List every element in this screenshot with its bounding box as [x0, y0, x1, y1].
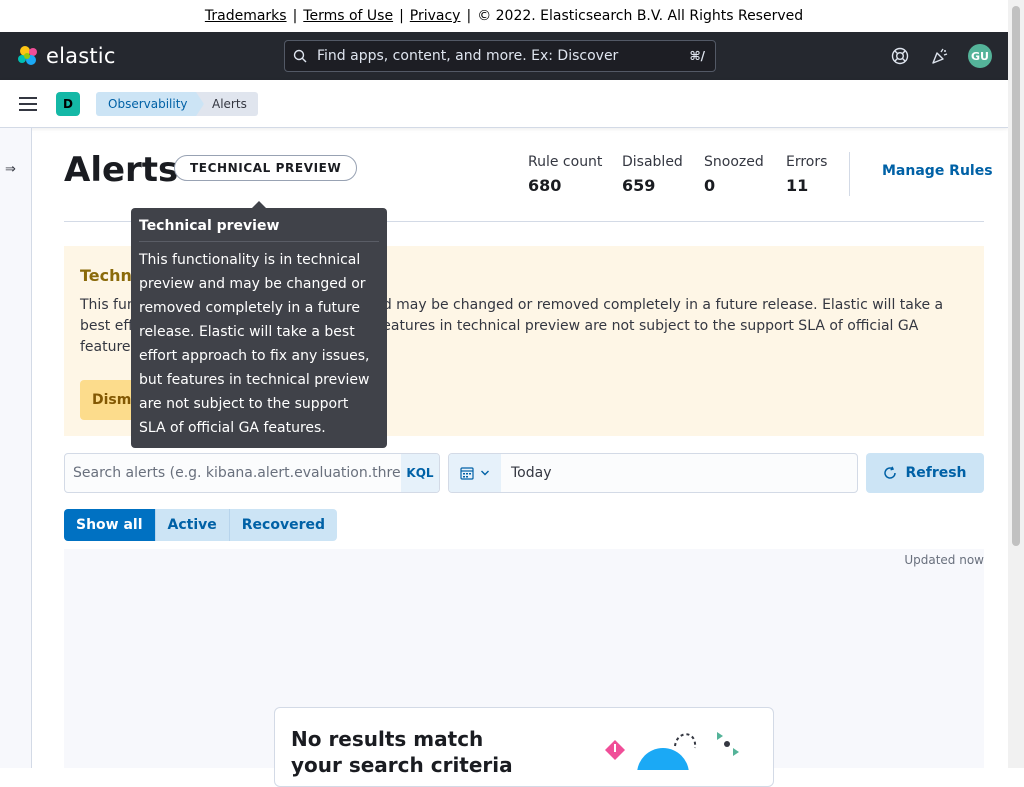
user-avatar[interactable]: GU [968, 44, 992, 68]
breadcrumb-observability[interactable]: Observability [96, 92, 204, 116]
terms-link[interactable]: Terms of Use [303, 8, 393, 24]
separator: | [399, 8, 404, 24]
search-alerts-placeholder: Search alerts (e.g. kibana.alert.evaluat… [73, 465, 401, 481]
stat-value: 11 [786, 176, 809, 195]
search-shortcut: ⌘/ [689, 49, 705, 63]
separator: | [292, 8, 298, 24]
trademarks-link[interactable]: Trademarks [205, 8, 287, 24]
legal-bar: Trademarks | Terms of Use | Privacy | © … [0, 0, 1008, 32]
stat-value: 0 [704, 176, 716, 195]
search-placeholder: Find apps, content, and more. Ex: Discov… [317, 48, 619, 64]
stat-value: 659 [622, 176, 656, 195]
page-scrollbar[interactable] [1008, 0, 1024, 768]
scrollbar-thumb[interactable] [1012, 6, 1020, 546]
stat-label: Disabled [622, 154, 683, 170]
expand-nav-icon[interactable]: ⇒ [5, 162, 16, 177]
empty-state-illustration [605, 732, 739, 770]
stat-snoozed: Snoozed 0 [704, 154, 764, 195]
status-filter-group: Show all Active Recovered [64, 509, 338, 541]
empty-state-title: No results match your search criteria [291, 727, 513, 777]
date-picker[interactable]: Today [448, 453, 858, 493]
breadcrumb-alerts: Alerts [196, 92, 258, 116]
copyright-text: © 2022. Elasticsearch B.V. All Rights Re… [477, 8, 804, 24]
technical-preview-badge[interactable]: TECHNICAL PREVIEW [174, 155, 358, 181]
manage-rules-link[interactable]: Manage Rules [882, 163, 993, 179]
filter-active[interactable]: Active [155, 509, 230, 541]
stat-value: 680 [528, 176, 562, 195]
tooltip-title: Technical preview [139, 218, 379, 242]
help-icon[interactable] [891, 47, 909, 65]
updated-status: Updated now [904, 553, 984, 567]
stat-label: Snoozed [704, 154, 764, 170]
stat-rule-count: Rule count 680 [528, 154, 602, 195]
refresh-label: Refresh [905, 465, 967, 481]
calendar-icon [460, 467, 474, 480]
separator: | [466, 8, 472, 24]
stat-label: Rule count [528, 154, 603, 170]
global-header: elastic Find apps, content, and more. Ex… [0, 32, 1008, 80]
filter-recovered[interactable]: Recovered [229, 509, 338, 541]
empty-state-card: No results match your search criteria [274, 707, 774, 787]
query-language-button[interactable]: KQL [401, 454, 439, 492]
newsfeed-icon[interactable] [931, 47, 949, 65]
search-icon [293, 49, 307, 63]
stat-label: Errors [786, 154, 828, 170]
menu-icon[interactable] [19, 97, 37, 111]
technical-preview-tooltip: Technical preview This functionality is … [131, 201, 387, 448]
chevron-down-icon [481, 470, 489, 476]
alerts-table-area: Updated now No results match your search… [64, 549, 984, 787]
refresh-icon [884, 466, 897, 479]
stats-divider [849, 152, 850, 196]
space-selector[interactable]: D [56, 92, 80, 116]
global-search-input[interactable]: Find apps, content, and more. Ex: Discov… [284, 40, 716, 72]
elastic-logo[interactable]: elastic [16, 44, 116, 68]
stat-errors: Errors 11 [786, 154, 827, 195]
date-range-text[interactable]: Today [511, 465, 552, 481]
collapsed-side-nav: ⇒ [0, 128, 32, 768]
tooltip-body: This functionality is in technical previ… [139, 252, 370, 436]
logo-text: elastic [46, 44, 116, 68]
elastic-logo-icon [18, 46, 37, 65]
quick-select-button[interactable] [449, 454, 501, 492]
stat-disabled: Disabled 659 [622, 154, 683, 195]
filter-show-all[interactable]: Show all [64, 509, 156, 541]
privacy-link[interactable]: Privacy [410, 8, 461, 24]
alerts-search-input[interactable]: Search alerts (e.g. kibana.alert.evaluat… [64, 453, 440, 493]
refresh-button[interactable]: Refresh [866, 453, 984, 493]
page-title: Alerts [64, 150, 179, 190]
